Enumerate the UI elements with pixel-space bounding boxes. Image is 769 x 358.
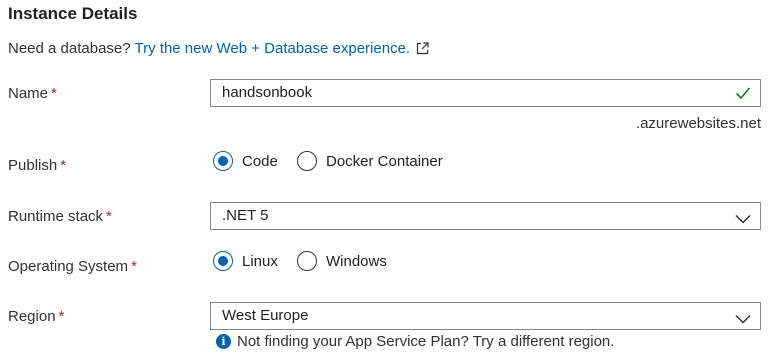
database-prompt-text: Need a database? — [8, 40, 131, 57]
publish-option-docker[interactable]: Docker Container — [297, 151, 443, 171]
external-link-icon — [416, 42, 429, 59]
os-option-windows[interactable]: Windows — [297, 251, 387, 271]
web-database-link[interactable]: Try the new Web + Database experience. — [135, 40, 430, 57]
database-prompt: Need a database? Try the new Web + Datab… — [8, 40, 429, 59]
publish-option-label[interactable]: Code — [242, 153, 278, 170]
radio-checked-icon[interactable] — [213, 151, 233, 171]
operating-system-label-text: Operating System — [8, 258, 129, 275]
region-label-text: Region — [8, 308, 56, 325]
publish-option-label[interactable]: Docker Container — [326, 153, 443, 170]
publish-label: Publish * — [8, 157, 66, 174]
publish-label-text: Publish — [8, 157, 58, 174]
required-marker: * — [106, 208, 112, 225]
radio-unchecked-icon[interactable] — [297, 251, 317, 271]
web-database-link-text[interactable]: Try the new Web + Database experience. — [135, 40, 411, 57]
publish-option-code[interactable]: Code — [213, 151, 278, 171]
name-label-text: Name — [8, 85, 49, 102]
chevron-down-icon[interactable] — [735, 211, 751, 228]
region-value[interactable]: West Europe — [222, 307, 308, 324]
name-input[interactable]: handsonbook — [210, 79, 761, 107]
name-input-value[interactable]: handsonbook — [222, 84, 312, 101]
region-dropdown[interactable]: West Europe — [210, 302, 761, 330]
required-marker: * — [131, 258, 137, 275]
required-marker: * — [60, 157, 67, 174]
os-option-label[interactable]: Windows — [326, 253, 387, 270]
required-marker: * — [58, 308, 65, 325]
domain-suffix: .azurewebsites.net — [635, 115, 761, 132]
runtime-stack-value[interactable]: .NET 5 — [222, 207, 268, 224]
name-label: Name * — [8, 85, 57, 102]
chevron-down-icon[interactable] — [735, 311, 751, 328]
runtime-stack-label: Runtime stack * — [8, 208, 112, 225]
operating-system-label: Operating System * — [8, 258, 137, 275]
os-option-linux[interactable]: Linux — [213, 251, 278, 271]
region-label: Region * — [8, 308, 64, 325]
region-info: i Not finding your App Service Plan? Try… — [216, 333, 614, 350]
radio-checked-icon[interactable] — [213, 251, 233, 271]
checkmark-icon — [735, 86, 751, 104]
runtime-stack-dropdown[interactable]: .NET 5 — [210, 202, 761, 230]
section-title: Instance Details — [8, 4, 138, 23]
required-marker: * — [51, 85, 57, 102]
radio-unchecked-icon[interactable] — [297, 151, 317, 171]
os-option-label[interactable]: Linux — [242, 253, 278, 270]
region-info-text: Not finding your App Service Plan? Try a… — [237, 333, 615, 350]
runtime-stack-label-text: Runtime stack — [8, 208, 104, 225]
info-icon: i — [216, 334, 231, 349]
